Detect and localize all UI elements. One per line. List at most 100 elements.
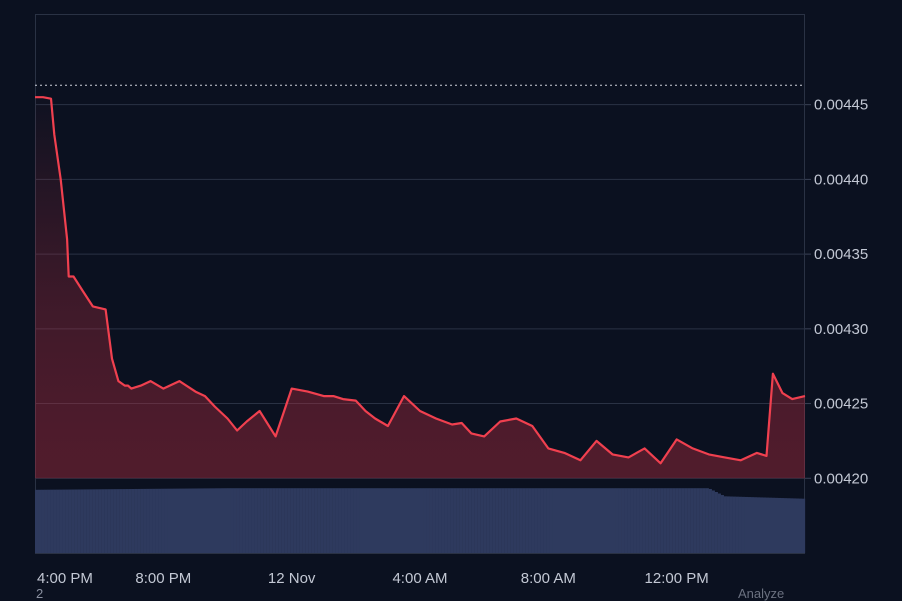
volume-bar xyxy=(47,489,51,553)
volume-bar xyxy=(492,488,496,553)
volume-bar xyxy=(705,488,709,553)
volume-bar xyxy=(98,489,102,553)
volume-bar xyxy=(38,489,42,553)
volume-bar xyxy=(618,488,622,553)
volume-bar xyxy=(185,488,189,553)
volume-bar xyxy=(477,488,481,553)
volume-bar xyxy=(113,489,117,553)
volume-bar xyxy=(56,489,60,553)
volume-bar xyxy=(251,488,255,553)
volume-bar xyxy=(696,488,700,553)
volume-bar xyxy=(549,488,553,553)
volume-bars xyxy=(35,488,806,553)
volume-bar xyxy=(765,497,770,553)
volume-bar xyxy=(660,488,664,553)
y-tick-label: 0.00440 xyxy=(814,171,868,188)
volume-bar xyxy=(347,488,351,553)
volume-bar xyxy=(254,488,258,553)
volume-bar xyxy=(77,489,81,553)
volume-bar xyxy=(239,488,243,553)
volume-bar xyxy=(62,489,66,553)
volume-bar xyxy=(356,488,360,553)
volume-bar xyxy=(248,488,252,553)
volume-bar xyxy=(272,488,276,553)
volume-bar xyxy=(483,488,487,553)
volume-bar xyxy=(74,489,78,553)
volume-bar xyxy=(501,488,505,553)
volume-bar xyxy=(398,488,403,553)
volume-bar xyxy=(332,488,336,553)
volume-bar xyxy=(374,488,379,553)
volume-bar xyxy=(552,488,556,553)
volume-bar xyxy=(462,488,466,553)
volume-bar xyxy=(741,496,745,553)
analyze-link[interactable]: Analyze xyxy=(738,586,784,601)
volume-bar xyxy=(215,488,219,553)
volume-bar xyxy=(296,488,300,553)
y-tick-label: 0.00425 xyxy=(814,396,868,413)
volume-bar xyxy=(278,488,282,553)
x-tick-label: 8:00 PM xyxy=(135,570,191,587)
volume-bar xyxy=(762,497,767,553)
volume-bar xyxy=(95,489,99,553)
volume-bar xyxy=(275,488,279,553)
volume-bar xyxy=(83,489,87,553)
volume-bar xyxy=(444,488,448,553)
volume-bar xyxy=(80,489,84,553)
volume-bar xyxy=(224,488,228,553)
volume-bar xyxy=(690,488,694,553)
volume-bar xyxy=(338,488,342,553)
volume-bar xyxy=(125,489,129,553)
volume-bar xyxy=(678,488,682,553)
volume-bar xyxy=(699,488,703,553)
volume-bar xyxy=(50,489,54,553)
volume-bar xyxy=(284,488,288,553)
volume-bar xyxy=(35,489,39,553)
volume-bar xyxy=(335,488,339,553)
volume-bar xyxy=(423,488,427,553)
price-chart: 0.00445 0.00440 0.00435 0.00430 0.00425 0.004… xyxy=(35,14,868,587)
volume-bar xyxy=(242,488,246,553)
volume-bar xyxy=(260,488,264,553)
volume-bar xyxy=(167,488,171,553)
volume-bar xyxy=(266,488,270,553)
volume-bar xyxy=(627,488,631,553)
volume-bar xyxy=(603,488,607,553)
volume-bar xyxy=(429,488,433,553)
volume-bar xyxy=(486,488,490,553)
volume-bar xyxy=(495,488,499,553)
volume-bar xyxy=(456,488,460,553)
volume-bar xyxy=(789,498,794,553)
volume-bar xyxy=(438,488,442,553)
volume-bar xyxy=(471,488,475,553)
volume-bar xyxy=(534,488,538,553)
volume-bar xyxy=(519,488,523,553)
volume-bar xyxy=(531,488,535,553)
volume-bar xyxy=(708,488,712,553)
volume-bar xyxy=(182,488,186,553)
volume-bar xyxy=(164,488,168,553)
volume-bar xyxy=(675,488,679,553)
volume-bar xyxy=(489,488,493,553)
volume-bar xyxy=(504,488,508,553)
x-tick-label: 4:00 PM xyxy=(37,570,93,587)
volume-bar xyxy=(269,488,273,553)
volume-bar xyxy=(317,488,321,553)
volume-bar xyxy=(302,488,306,553)
volume-bar xyxy=(230,488,234,553)
volume-bar xyxy=(344,488,348,553)
volume-bar xyxy=(573,488,577,553)
volume-bar xyxy=(128,489,132,553)
volume-bar xyxy=(594,488,598,553)
volume-bar xyxy=(564,488,568,553)
volume-bar xyxy=(416,488,421,553)
volume-bar xyxy=(392,488,397,553)
volume-bar xyxy=(320,488,324,553)
volume-bar xyxy=(609,488,613,553)
volume-bar xyxy=(555,488,559,553)
volume-bar xyxy=(786,498,791,553)
volume-bar xyxy=(657,488,661,553)
volume-bar xyxy=(101,489,105,553)
volume-bar xyxy=(218,488,222,553)
x-tick-label: 12:00 PM xyxy=(645,570,709,587)
